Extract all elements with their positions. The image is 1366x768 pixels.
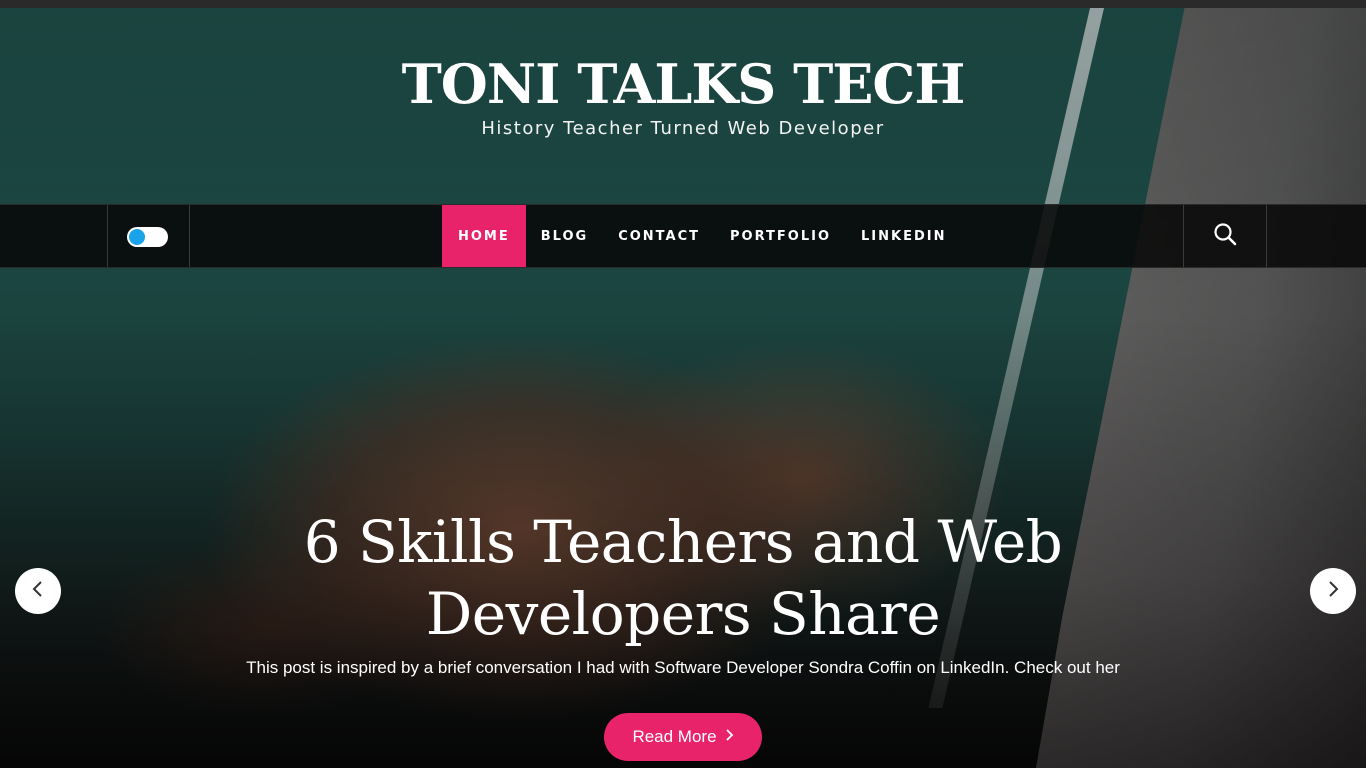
toggle-knob xyxy=(129,229,145,245)
slide-excerpt: This post is inspired by a brief convers… xyxy=(246,658,1120,677)
menu-item-contact[interactable]: CONTACT xyxy=(603,205,715,267)
search-button[interactable] xyxy=(1183,205,1267,267)
site-tagline: History Teacher Turned Web Developer xyxy=(481,118,885,139)
read-more-label: Read More xyxy=(632,727,717,746)
browser-top-strip xyxy=(0,0,1366,8)
menu-item-home[interactable]: HOME xyxy=(442,205,526,267)
theme-toggle-container xyxy=(107,205,190,267)
search-icon xyxy=(1213,222,1237,251)
site-title-link[interactable]: TONI TALKS TECH xyxy=(402,52,966,116)
chevron-right-icon xyxy=(1326,580,1340,603)
slider-prev-button[interactable] xyxy=(15,568,61,614)
theme-toggle-switch[interactable] xyxy=(127,227,168,247)
main-navigation: HOME BLOG CONTACT PORTFOLIO LINKEDIN xyxy=(0,204,1366,268)
primary-menu: HOME BLOG CONTACT PORTFOLIO LINKEDIN xyxy=(442,205,961,267)
chevron-left-icon xyxy=(31,580,45,603)
menu-item-portfolio[interactable]: PORTFOLIO xyxy=(715,205,846,267)
site-branding: TONI TALKS TECH History Teacher Turned W… xyxy=(0,52,1366,139)
page: TONI TALKS TECH History Teacher Turned W… xyxy=(0,0,1366,768)
hero-slide-content: 6 Skills Teachers and Web Developers Sha… xyxy=(0,506,1366,761)
menu-item-blog[interactable]: BLOG xyxy=(526,205,603,267)
menu-item-linkedin[interactable]: LINKEDIN xyxy=(846,205,961,267)
read-more-button[interactable]: Read More xyxy=(604,713,762,761)
slider-next-button[interactable] xyxy=(1310,568,1356,614)
slide-title[interactable]: 6 Skills Teachers and Web Developers Sha… xyxy=(273,506,1093,650)
chevron-right-icon xyxy=(717,727,734,747)
